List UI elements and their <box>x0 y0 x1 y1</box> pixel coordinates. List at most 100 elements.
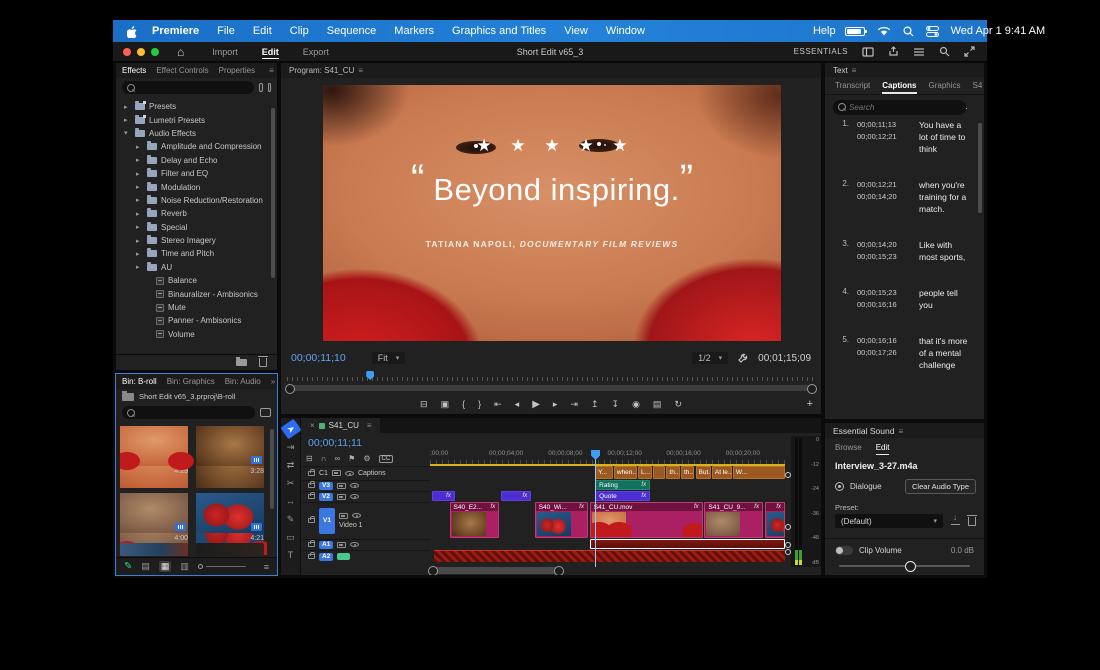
S41_CU.mov[interactable]: 4:29 <box>120 426 188 488</box>
home-icon[interactable]: ⌂ <box>177 45 184 59</box>
caption-clip[interactable]: Y... <box>595 466 613 479</box>
track-target-button[interactable]: A1 <box>319 541 333 549</box>
slip-tool[interactable]: ↔ <box>283 494 299 508</box>
icon-view-icon[interactable]: ▦ <box>159 561 172 572</box>
timeline-horizontal-scrollbar[interactable] <box>430 567 562 574</box>
effects-tree-item[interactable]: Modulation <box>116 180 277 193</box>
caption-row[interactable]: 5. 00;00;16;1600;00;17;26 that it's more… <box>825 335 976 371</box>
menu-item[interactable]: View <box>555 25 597 37</box>
new-custom-bin-icon[interactable] <box>236 359 247 366</box>
toggle-track-output-icon[interactable] <box>350 542 359 547</box>
bin-search-input[interactable] <box>122 406 255 419</box>
menu-item[interactable]: Graphics and Titles <box>443 25 555 37</box>
apple-menu-icon[interactable] <box>127 24 138 38</box>
workspace-label[interactable]: ESSENTIALS <box>794 47 848 56</box>
wifi-icon[interactable] <box>877 26 891 37</box>
program-current-timecode[interactable]: 00;00;11;10 <box>291 352 346 364</box>
minimize-window-button[interactable] <box>137 48 145 56</box>
graphic-clip[interactable]: Quotefx <box>595 491 650 501</box>
timeline-ruler[interactable]: ;00;0000;00;04;0000;00;08;0000;00;12;000… <box>430 450 785 466</box>
ripple-edit-tool[interactable]: ⇄ <box>283 458 299 472</box>
go-to-out-icon[interactable]: ⇥ <box>570 399 578 410</box>
close-window-button[interactable] <box>123 48 131 56</box>
caption-clip[interactable]: L... <box>638 466 652 479</box>
extract-icon[interactable]: ↧ <box>612 399 620 410</box>
export-frame-icon[interactable]: ◉ <box>632 399 640 410</box>
chevron-icon[interactable] <box>136 156 143 164</box>
toggle-track-output-icon[interactable] <box>352 513 361 518</box>
lock-track-icon[interactable] <box>308 542 315 547</box>
menu-item[interactable]: Markers <box>385 25 443 37</box>
caption-clip[interactable]: At le... <box>712 466 732 479</box>
caption-row[interactable]: 2. 00;00;12;2100;00;14;20 when you're tr… <box>825 179 976 215</box>
menu-item[interactable]: Sequence <box>318 25 386 37</box>
caption-text[interactable]: when you're training for a match. <box>911 179 972 215</box>
caption-search-input[interactable] <box>833 100 966 115</box>
chevron-icon[interactable] <box>124 103 131 111</box>
track-source-icon[interactable] <box>337 483 346 489</box>
video-clip[interactable]: fx <box>765 502 785 538</box>
preset-dropdown[interactable]: (Default) <box>835 514 943 528</box>
menu-item[interactable]: Clip <box>281 25 318 37</box>
text-panel-tab[interactable]: Captions <box>882 77 916 94</box>
video-clip[interactable]: S41_CU_9...fx <box>704 502 763 538</box>
panel-tab[interactable]: Effects <box>122 66 146 75</box>
panel-menu-icon[interactable] <box>265 66 274 75</box>
effects-tree-item[interactable]: Audio Effects <box>116 127 277 140</box>
caption-clip[interactable] <box>653 466 665 479</box>
chevron-icon[interactable] <box>136 183 143 191</box>
clear-audio-type-button[interactable]: Clear Audio Type <box>905 479 976 494</box>
caption-text[interactable]: You have a lot of time to think <box>911 119 972 155</box>
program-video-frame[interactable]: ★ ★ ★ ★ ★ “ Beyond inspiring.” TATIANA N… <box>323 85 781 341</box>
sort-icon[interactable]: ≡ <box>264 562 269 572</box>
fullscreen-icon[interactable] <box>964 46 975 57</box>
pen-tool[interactable]: ✎ <box>283 512 299 526</box>
timeline-current-timecode[interactable]: 00;00;11;11 <box>308 437 362 449</box>
delete-custom-item-icon[interactable] <box>259 358 267 367</box>
caption-timecodes[interactable]: 00;00;16;1600;00;17;26 <box>857 335 911 371</box>
track-source-icon[interactable] <box>339 513 348 519</box>
captions-visibility-icon[interactable]: CC <box>379 455 394 463</box>
caption-text[interactable]: that it's more of a mental challenge <box>911 335 972 371</box>
caption-clip[interactable]: when... <box>614 466 637 479</box>
caption-timecodes[interactable]: 00;00;14;2000;00;15;23 <box>857 239 911 263</box>
text-panel-tab[interactable]: Graphics <box>929 77 961 94</box>
menu-item[interactable]: Premiere <box>146 25 208 37</box>
chevron-icon[interactable] <box>136 250 143 258</box>
caption-text[interactable]: people tell you <box>911 287 972 311</box>
panel-menu-icon[interactable] <box>354 66 363 75</box>
chevron-icon[interactable] <box>136 210 143 218</box>
zoom-window-button[interactable] <box>151 48 159 56</box>
effects-tree-item[interactable]: AU <box>116 261 277 274</box>
caption-timecodes[interactable]: 00;00;11;1300;00;12;21 <box>857 119 911 155</box>
caption-clip[interactable]: W... <box>733 466 785 479</box>
effects-tree-item[interactable]: Stereo Imagery <box>116 234 277 247</box>
text-panel-tab[interactable]: S4 <box>973 77 983 94</box>
caption-row[interactable]: 1. 00;00;11;1300;00;12;21 You have a lot… <box>825 119 976 155</box>
bin-tab[interactable]: Bin: Audio <box>225 377 261 386</box>
caption-clip[interactable]: th... <box>666 466 679 479</box>
panel-overflow-icon[interactable] <box>271 377 275 386</box>
zoom-tool-icon[interactable] <box>939 46 950 57</box>
timeline-settings-icon[interactable]: ⚙ <box>363 454 370 463</box>
toggle-track-output-icon[interactable] <box>350 483 359 488</box>
linked-selection-icon[interactable]: ∞ <box>334 454 340 463</box>
close-sequence-icon[interactable]: × <box>310 421 315 430</box>
panel-menu-icon[interactable] <box>363 421 372 430</box>
lock-track-icon[interactable] <box>308 518 315 523</box>
toggle-track-output-icon[interactable] <box>345 471 354 476</box>
audio-clip[interactable] <box>434 550 785 562</box>
caption-timecodes[interactable]: 00;00;12;2100;00;14;20 <box>857 179 911 215</box>
menu-item-help[interactable]: Help <box>804 25 845 37</box>
audio-filter-icon[interactable] <box>268 83 272 92</box>
chevron-icon[interactable] <box>136 223 143 231</box>
lock-track-icon[interactable] <box>308 494 315 499</box>
panel-tab[interactable]: Properties <box>219 66 255 75</box>
effects-tree-item[interactable]: Presets <box>116 100 277 113</box>
text-panel-tab[interactable]: Transcript <box>835 77 870 94</box>
proxy-toggle-icon[interactable]: ↻ <box>674 399 682 410</box>
razor-tool[interactable]: ✂ <box>283 476 299 490</box>
chevron-icon[interactable] <box>124 129 131 137</box>
chevron-icon[interactable] <box>136 196 143 204</box>
mode-tab[interactable]: Edit <box>250 42 291 61</box>
